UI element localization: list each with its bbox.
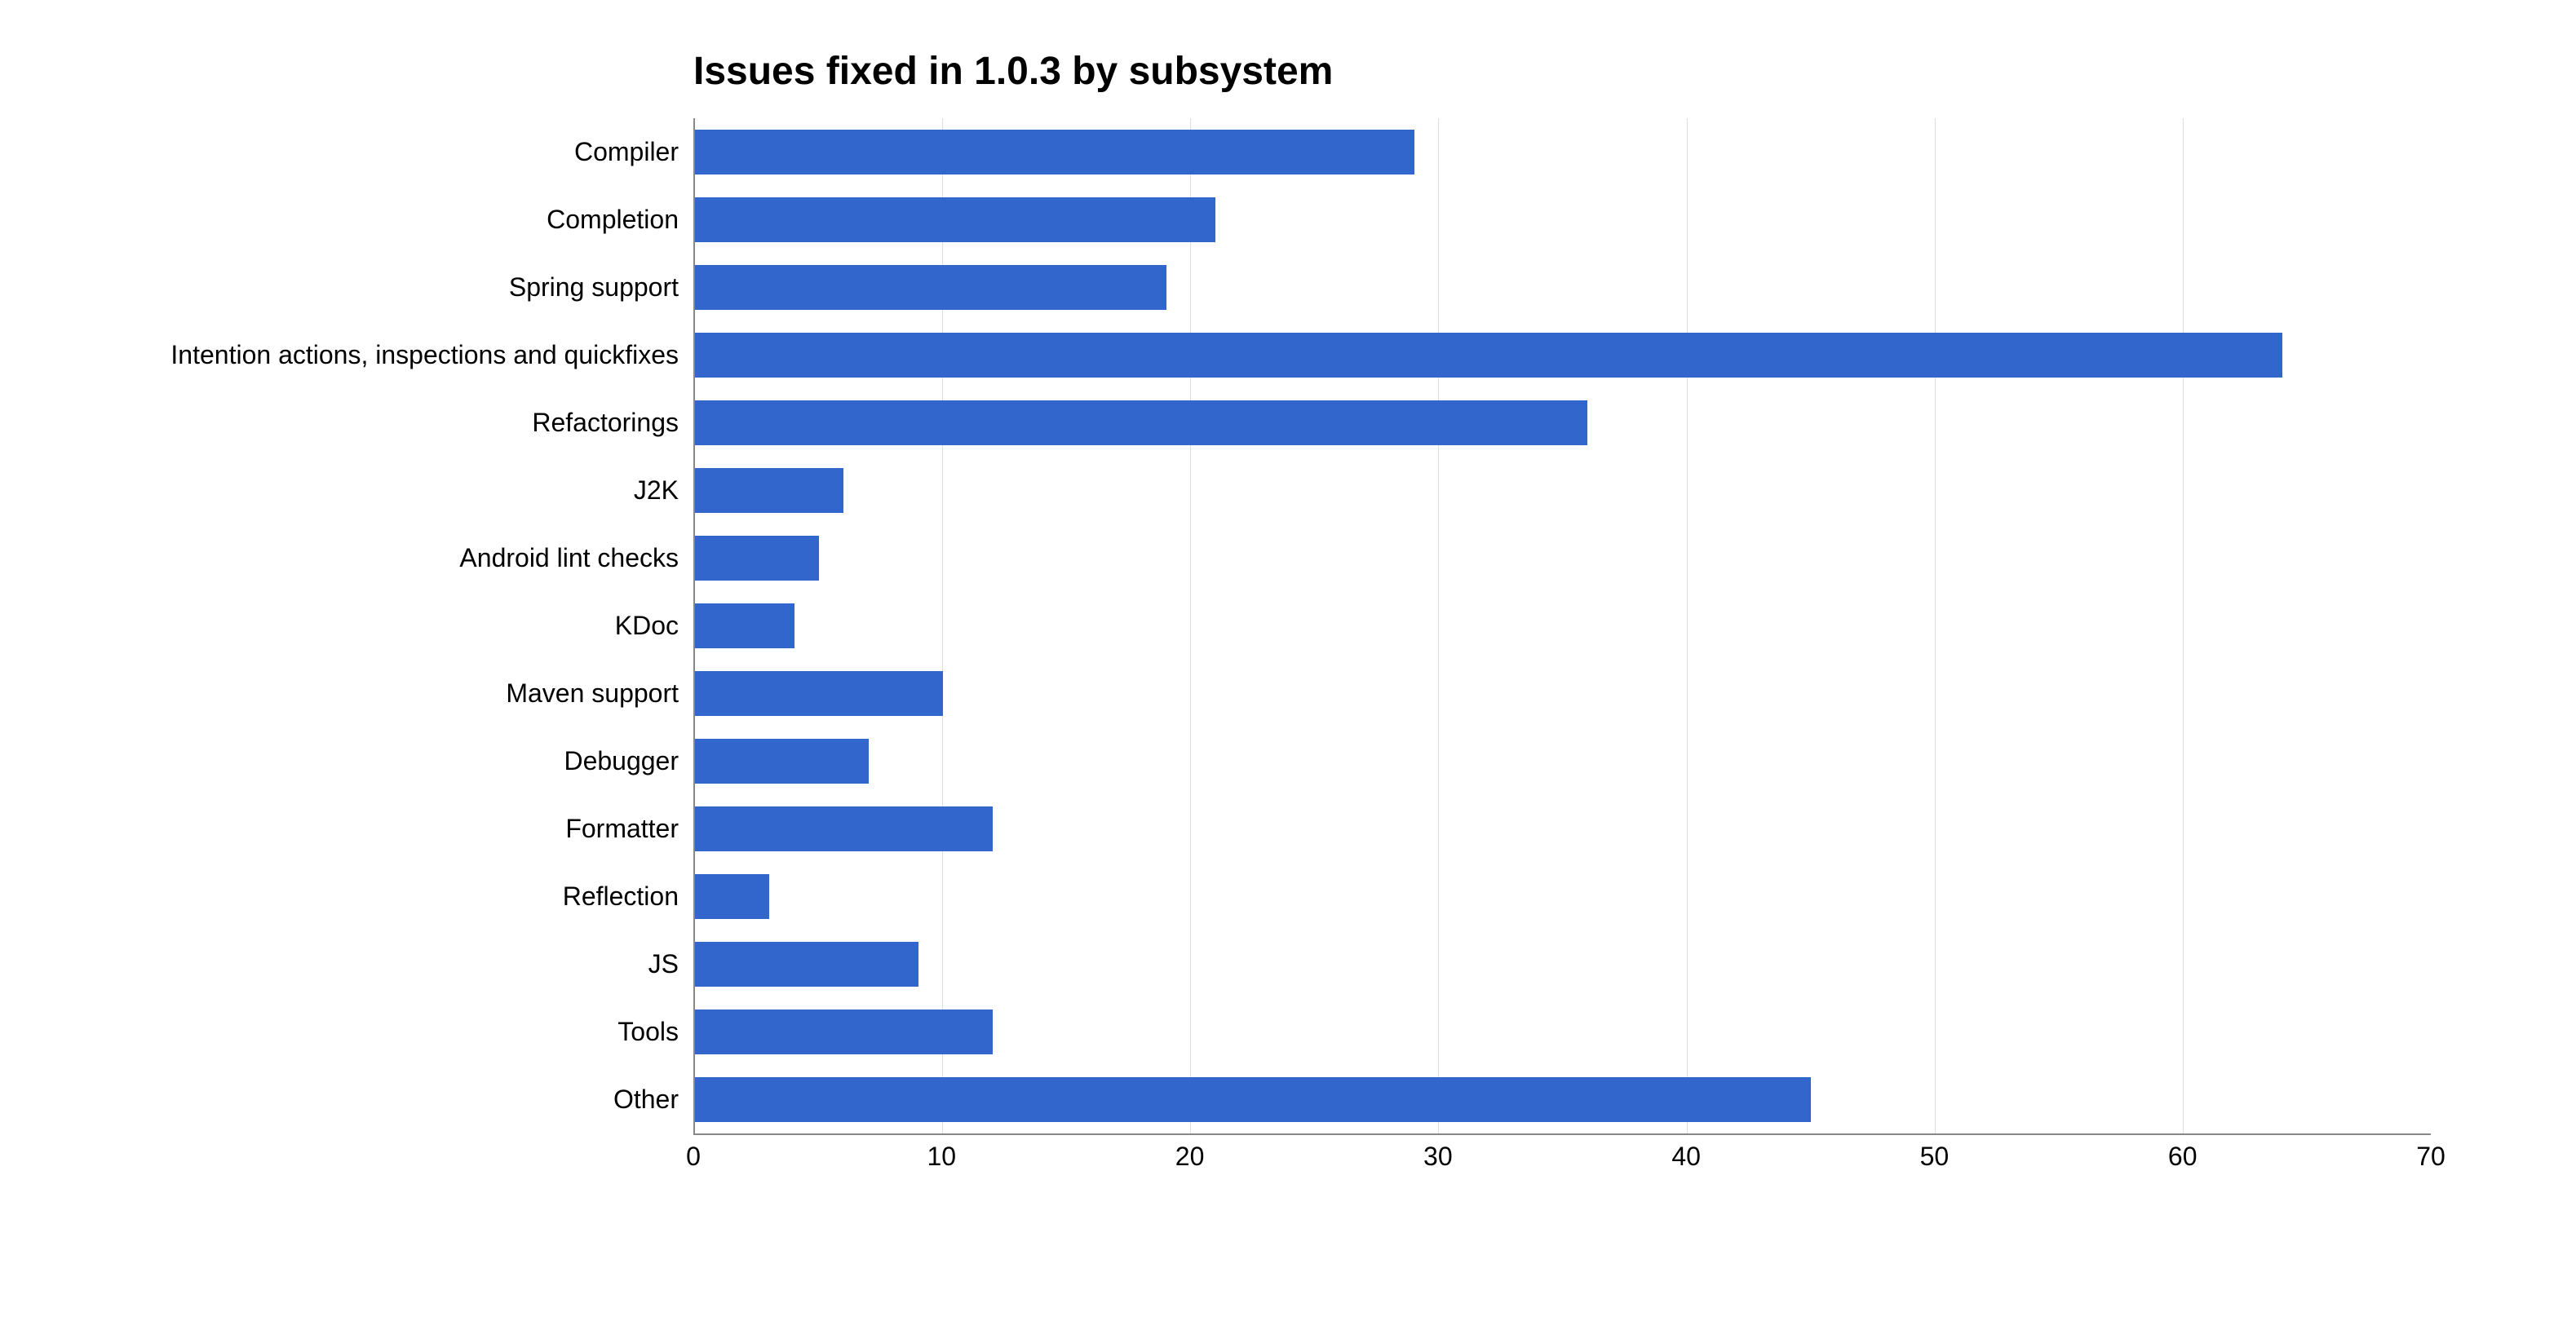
y-axis-label: J2K (65, 457, 693, 524)
bar (695, 603, 794, 648)
bar (695, 333, 2282, 378)
bar (695, 806, 993, 851)
bar-row (695, 321, 2431, 389)
y-axis-label: KDoc (65, 592, 693, 660)
bar (695, 197, 1215, 242)
bar-row (695, 457, 2431, 524)
x-axis-tick: 50 (1920, 1142, 1950, 1172)
bar-row (695, 930, 2431, 998)
bar-row (695, 863, 2431, 930)
bar (695, 671, 943, 716)
y-axis-label: Intention actions, inspections and quick… (65, 321, 693, 389)
x-axis-tick: 20 (1175, 1142, 1205, 1172)
y-axis-label: Spring support (65, 254, 693, 321)
bar (695, 942, 918, 987)
bar-row (695, 389, 2431, 457)
x-axis-tick: 0 (686, 1142, 701, 1172)
bar-row (695, 727, 2431, 795)
y-axis-label: Completion (65, 186, 693, 254)
x-axis-tick: 30 (1423, 1142, 1453, 1172)
bar (695, 468, 843, 513)
y-axis-label: Reflection (65, 863, 693, 930)
y-axis-labels: CompilerCompletionSpring supportIntentio… (65, 118, 693, 1135)
bar (695, 130, 1414, 175)
bar-row (695, 660, 2431, 727)
y-axis-label: Maven support (65, 660, 693, 727)
bar-row (695, 998, 2431, 1066)
chart-title: Issues fixed in 1.0.3 by subsystem (693, 49, 2431, 94)
y-axis-label: Refactorings (65, 389, 693, 457)
y-axis-label: JS (65, 930, 693, 998)
bars (695, 118, 2431, 1133)
bar (695, 739, 869, 784)
x-axis-tick: 60 (2168, 1142, 2198, 1172)
bar (695, 874, 769, 919)
bar (695, 265, 1166, 310)
bar-row (695, 254, 2431, 321)
x-axis-tick: 10 (927, 1142, 956, 1172)
y-axis-label: Android lint checks (65, 524, 693, 592)
y-axis-label: Other (65, 1066, 693, 1133)
bar-row (695, 524, 2431, 592)
x-axis-tick: 40 (1671, 1142, 1701, 1172)
bar (695, 1077, 1811, 1122)
bar-row (695, 795, 2431, 863)
y-axis-label: Tools (65, 998, 693, 1066)
x-axis: 010203040506070 (693, 1142, 2431, 1182)
bar (695, 400, 1587, 445)
bar-row (695, 186, 2431, 254)
y-axis-label: Formatter (65, 795, 693, 863)
bar-row (695, 592, 2431, 660)
chart-container: Issues fixed in 1.0.3 by subsystem Compi… (65, 49, 2431, 1182)
y-axis-label: Compiler (65, 118, 693, 186)
chart-body: CompilerCompletionSpring supportIntentio… (65, 118, 2431, 1135)
y-axis-label: Debugger (65, 727, 693, 795)
bar-row (695, 1066, 2431, 1133)
x-axis-tick: 70 (2416, 1142, 2445, 1172)
plot-area (693, 118, 2431, 1135)
bar (695, 536, 819, 581)
bar (695, 1010, 993, 1054)
bar-row (695, 118, 2431, 186)
